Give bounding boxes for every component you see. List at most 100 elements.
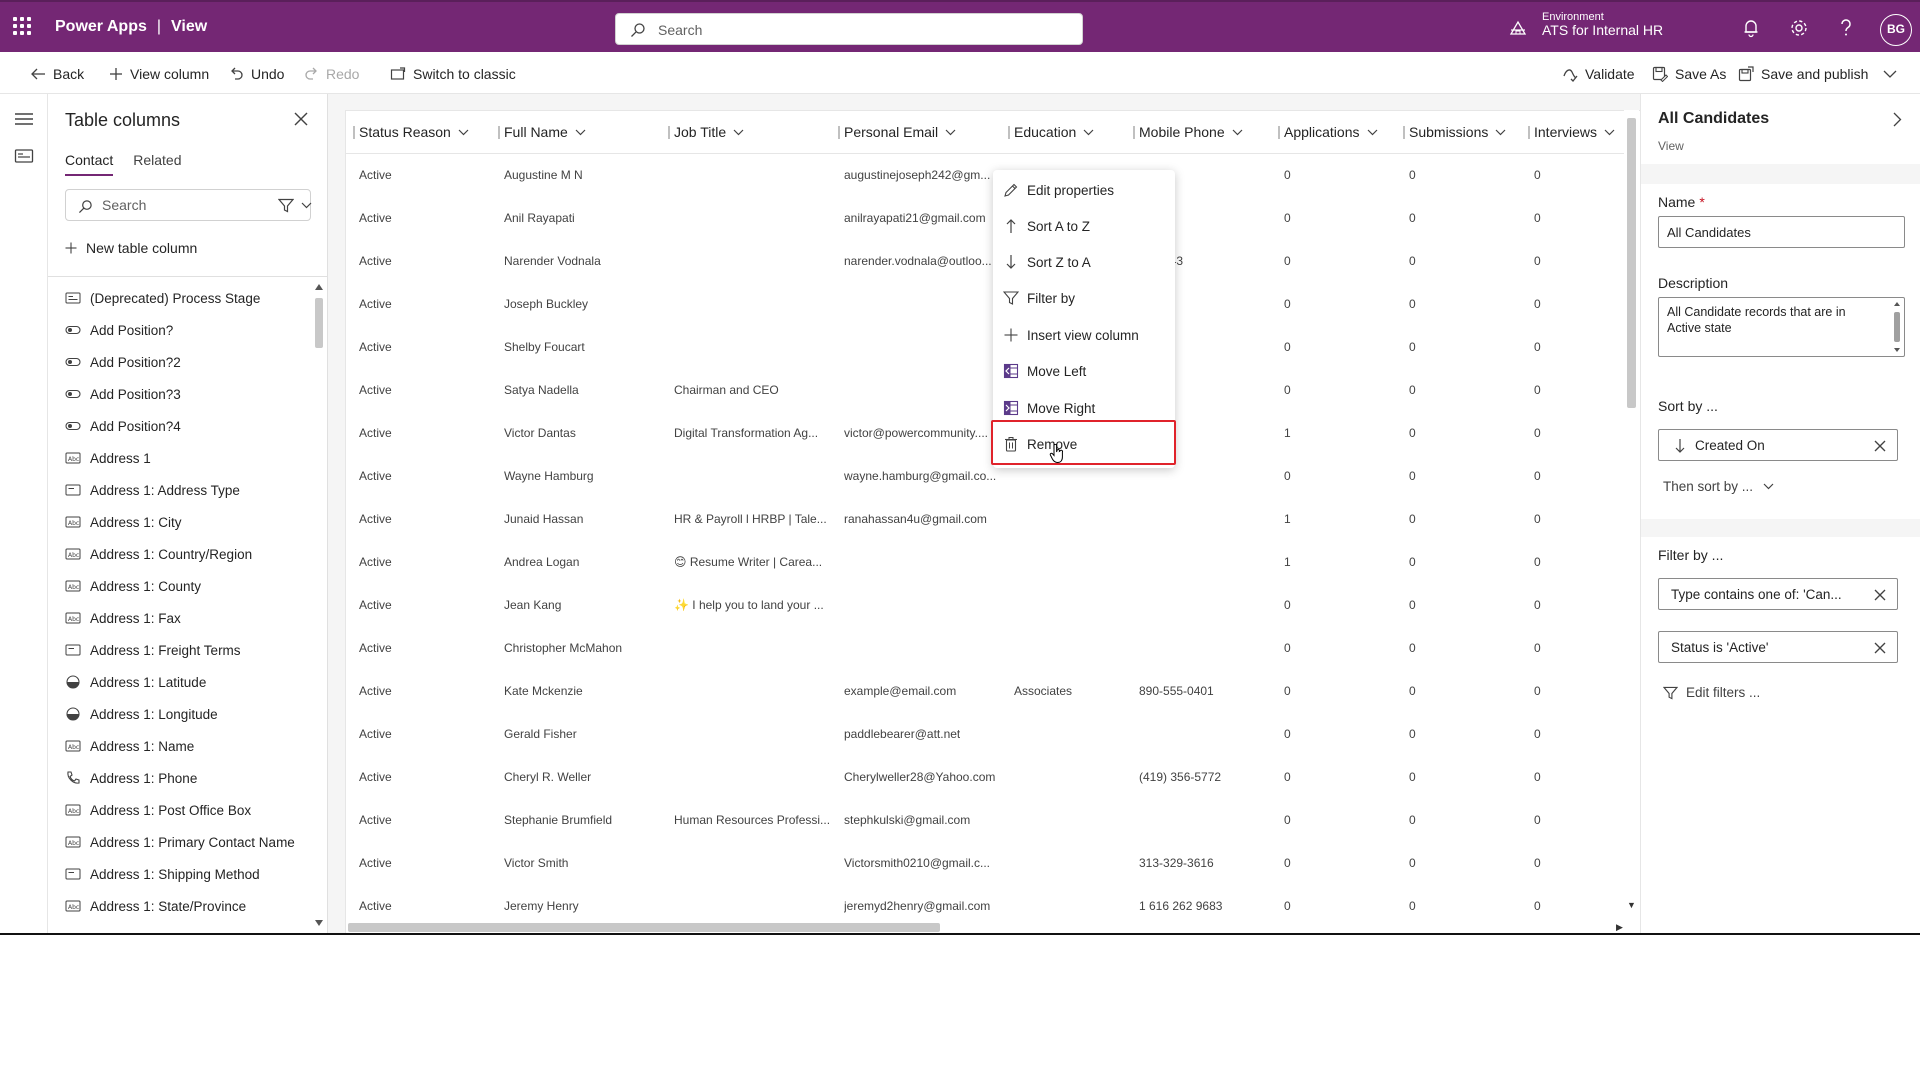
filter-chip[interactable]: Type contains one of: 'Can... bbox=[1658, 578, 1898, 610]
column-header[interactable]: Mobile Phone bbox=[1133, 124, 1243, 140]
table-row[interactable]: Active Cheryl R. Weller Cherylweller28@Yah… bbox=[346, 756, 1636, 799]
column-list-item[interactable]: Abc Address 1: Name bbox=[48, 730, 310, 762]
column-list-scrollbar[interactable] bbox=[313, 284, 325, 928]
table-row[interactable]: Active Augustine M N augustinejoseph242@gm… bbox=[346, 154, 1636, 197]
column-list-item[interactable]: Address 1: Address Type bbox=[48, 474, 310, 506]
close-icon[interactable] bbox=[1874, 642, 1886, 654]
column-list-item[interactable]: Abc Address 1: County bbox=[48, 570, 310, 602]
menu-item-edit-properties[interactable]: Edit properties bbox=[993, 172, 1175, 208]
column-search[interactable] bbox=[65, 189, 312, 221]
table-row[interactable]: Active Junaid Hassan HR & Payroll l HRBP |… bbox=[346, 498, 1636, 541]
bell-icon[interactable] bbox=[1742, 18, 1760, 38]
menu-item-filter-by[interactable]: Filter by bbox=[993, 280, 1175, 316]
description-field[interactable]: All Candidate records that are in Active… bbox=[1658, 297, 1905, 357]
column-list-item[interactable]: Abc Address 1 bbox=[48, 442, 310, 474]
chevron-down-icon[interactable] bbox=[1367, 129, 1378, 136]
description-scrollbar[interactable] bbox=[1893, 302, 1901, 352]
new-table-column-button[interactable]: New table column bbox=[65, 240, 197, 256]
column-list-item[interactable]: Address 1: Freight Terms bbox=[48, 634, 310, 666]
global-search-input[interactable] bbox=[658, 20, 1058, 40]
table-row[interactable]: Active Shelby Foucart 0 0 0 bbox=[346, 326, 1636, 369]
column-list-item[interactable]: Abc Address 1: City bbox=[48, 506, 310, 538]
redo-button[interactable]: Redo bbox=[304, 64, 359, 84]
table-row[interactable]: Active Narender Vodnala narender.vodnala@o… bbox=[346, 240, 1636, 283]
table-row[interactable]: Active Anil Rayapati anilrayapati21@gmail.… bbox=[346, 197, 1636, 240]
column-header[interactable]: Job Title bbox=[668, 124, 744, 140]
table-row[interactable]: Active Andrea Logan 😊 Resume Writer | Care… bbox=[346, 541, 1636, 584]
column-list-item[interactable]: Abc Address 1: Primary Contact Name bbox=[48, 826, 310, 858]
menu-item-sort-z-to-a[interactable]: Sort Z to A bbox=[993, 244, 1175, 280]
grid-vertical-scrollbar[interactable]: ▼ bbox=[1624, 110, 1639, 918]
column-list-item[interactable]: Add Position?4 bbox=[48, 410, 310, 442]
column-list-item[interactable]: Address 1: Latitude bbox=[48, 666, 310, 698]
chevron-down-icon[interactable] bbox=[945, 129, 956, 136]
filter-icon[interactable] bbox=[278, 198, 294, 213]
chevron-down-icon[interactable] bbox=[1495, 129, 1506, 136]
global-search[interactable] bbox=[615, 13, 1083, 45]
column-header[interactable]: Personal Email bbox=[838, 124, 956, 140]
menu-item-insert-view-column[interactable]: Insert view column bbox=[993, 317, 1175, 353]
chevron-down-icon[interactable] bbox=[575, 129, 586, 136]
chevron-down-icon[interactable] bbox=[1883, 70, 1897, 79]
column-list-item[interactable]: Abc Address 1: Fax bbox=[48, 602, 310, 634]
filter-chip[interactable]: Status is 'Active' bbox=[1658, 631, 1898, 663]
back-button[interactable]: Back bbox=[30, 64, 84, 84]
column-header[interactable]: Full Name bbox=[498, 124, 586, 140]
chevron-down-icon[interactable] bbox=[301, 202, 312, 209]
column-list-item[interactable]: Add Position? bbox=[48, 314, 310, 346]
column-list-item[interactable]: (Deprecated) Process Stage bbox=[48, 282, 310, 314]
avatar[interactable]: BG bbox=[1880, 14, 1912, 46]
help-icon[interactable] bbox=[1838, 18, 1854, 38]
column-list-item[interactable]: Abc Address 1: Street 1 bbox=[48, 922, 310, 933]
tab-contact[interactable]: Contact bbox=[65, 152, 114, 176]
close-icon[interactable] bbox=[1874, 589, 1886, 601]
view-name-field[interactable]: All Candidates bbox=[1658, 216, 1905, 248]
column-list-item[interactable]: Abc Address 1: Post Office Box bbox=[48, 794, 310, 826]
environment-picker[interactable]: Environment ATS for Internal HR bbox=[1542, 11, 1663, 38]
menu-item-move-left[interactable]: Move Left bbox=[993, 353, 1175, 389]
column-list-item[interactable]: Add Position?3 bbox=[48, 378, 310, 410]
column-header[interactable]: Submissions bbox=[1403, 124, 1506, 140]
chevron-down-icon[interactable] bbox=[1604, 129, 1615, 136]
column-header[interactable]: Interviews bbox=[1528, 124, 1615, 140]
tab-related[interactable]: Related bbox=[133, 152, 181, 176]
column-search-input[interactable] bbox=[102, 197, 242, 213]
table-row[interactable]: Active Kate Mckenzie example@email.com Asso… bbox=[346, 670, 1636, 713]
column-list-item[interactable]: Abc Address 1: Country/Region bbox=[48, 538, 310, 570]
table-row[interactable]: Active Joseph Buckley 0 0 0 bbox=[346, 283, 1636, 326]
chevron-down-icon[interactable] bbox=[458, 129, 469, 136]
gear-icon[interactable] bbox=[1789, 18, 1809, 38]
column-header[interactable]: Applications bbox=[1278, 124, 1378, 140]
column-list-item[interactable]: Address 1: Shipping Method bbox=[48, 858, 310, 890]
column-list-item[interactable]: Address 1: Phone bbox=[48, 762, 310, 794]
save-publish-button[interactable]: Save and publish bbox=[1738, 64, 1868, 84]
table-row[interactable]: Active Jean Kang ✨ I help you to land your… bbox=[346, 584, 1636, 627]
chevron-down-icon[interactable] bbox=[1083, 129, 1094, 136]
table-row[interactable]: Active Victor Smith Victorsmith0210@gmail.… bbox=[346, 842, 1636, 885]
menu-item-sort-a-to-z[interactable]: Sort A to Z bbox=[993, 208, 1175, 244]
save-as-button[interactable]: Save As bbox=[1652, 64, 1726, 84]
chevron-down-icon[interactable] bbox=[1232, 129, 1243, 136]
sort-chip[interactable]: Created On bbox=[1658, 429, 1898, 461]
then-sort-button[interactable]: Then sort by ... bbox=[1663, 479, 1774, 494]
chevron-right-icon[interactable] bbox=[1893, 112, 1902, 127]
table-row[interactable]: Active Satya Nadella Chairman and CEO 0 0 0 bbox=[346, 369, 1636, 412]
switch-classic-button[interactable]: Switch to classic bbox=[390, 64, 516, 84]
view-column-button[interactable]: View column bbox=[109, 64, 209, 84]
column-list-item[interactable]: Address 1: Longitude bbox=[48, 698, 310, 730]
table-columns-icon[interactable] bbox=[14, 148, 34, 164]
table-row[interactable]: Active Stephanie Brumfield Human Resources… bbox=[346, 799, 1636, 842]
close-icon[interactable] bbox=[294, 112, 308, 126]
column-header[interactable]: Education bbox=[1008, 124, 1094, 140]
undo-button[interactable]: Undo bbox=[229, 64, 284, 84]
chevron-down-icon[interactable] bbox=[733, 129, 744, 136]
table-row[interactable]: Active Christopher McMahon 0 0 0 bbox=[346, 627, 1636, 670]
hamburger-icon[interactable] bbox=[14, 112, 34, 126]
column-list-item[interactable]: Add Position?2 bbox=[48, 346, 310, 378]
column-header[interactable]: Status Reason bbox=[353, 124, 469, 140]
table-row[interactable]: Active Gerald Fisher paddlebearer@att.net 0… bbox=[346, 713, 1636, 756]
app-brand[interactable]: Power Apps | View bbox=[55, 18, 207, 36]
validate-button[interactable]: Validate bbox=[1562, 64, 1635, 84]
edit-filters-button[interactable]: Edit filters ... bbox=[1663, 685, 1760, 700]
column-list-item[interactable]: Abc Address 1: State/Province bbox=[48, 890, 310, 922]
